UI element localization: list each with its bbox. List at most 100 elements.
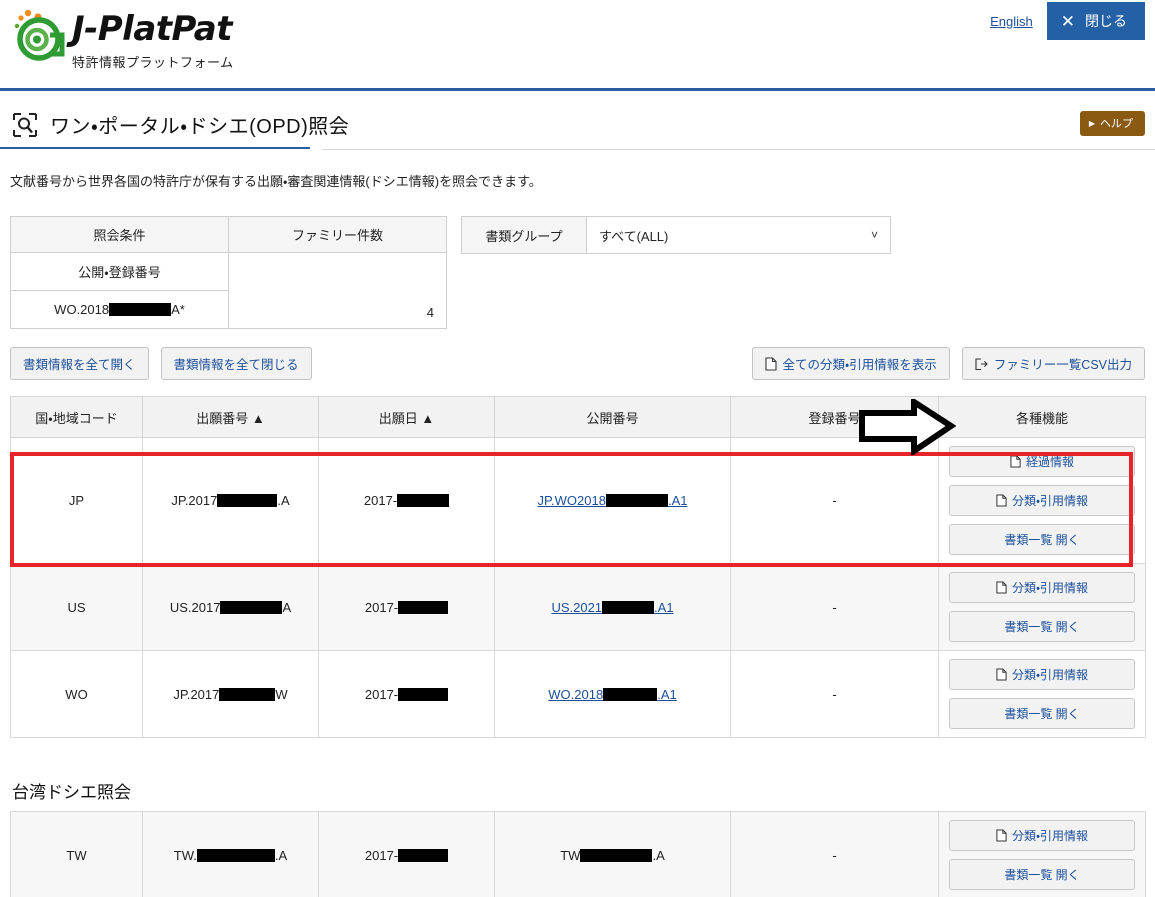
page-description: 文献番号から世界各国の特許庁が保有する出願・審査関連情報(ドシエ情報)を照会でき… — [10, 174, 542, 189]
open-all-documents-button[interactable]: 書類情報を全て開く — [10, 347, 149, 380]
open-document-list-button[interactable]: 書類一覧 開く — [949, 859, 1135, 890]
citation-info-label: 分類・引用情報 — [1011, 494, 1089, 508]
play-caret-icon: ▶ — [1088, 118, 1095, 128]
application-date-prefix: 2017- — [364, 847, 399, 863]
application-date-prefix: 2017- — [364, 686, 399, 702]
cell-application-date: 2017- — [318, 811, 495, 897]
document-group-label: 書類グループ — [462, 217, 587, 253]
open-document-list-button[interactable]: 書類一覧 開く — [949, 611, 1135, 642]
column-header-application-date[interactable]: 出願日 ▲ — [318, 396, 495, 438]
export-icon — [975, 357, 988, 370]
condition-table: 照会条件 ファミリー件数 公開・登録番号 4 WO.2018 A* — [10, 216, 447, 329]
taiwan-results-table: TW TW. .A 2017- TW .A - 分類・引用情報 書類一覧 開く — [10, 811, 1146, 897]
help-button-label: ヘルプ — [1100, 118, 1133, 130]
citation-info-label: 分類・引用情報 — [1011, 581, 1089, 595]
action-buttons-left: 書類情報を全て開く 書類情報を全て閉じる — [10, 347, 312, 380]
column-header-registration-number: 登録番号 — [730, 396, 939, 438]
citation-info-button[interactable]: 分類・引用情報 — [949, 572, 1135, 603]
condition-value-prefix: WO.2018 — [54, 302, 110, 317]
citation-info-button[interactable]: 分類・引用情報 — [949, 485, 1135, 516]
redaction-bar — [220, 600, 283, 614]
redaction-bar — [398, 600, 449, 614]
document-icon — [996, 581, 1007, 594]
publication-number-link[interactable]: JP.WO2018 .A1 — [538, 493, 688, 508]
column-header-country-code: 国・地域コード — [10, 396, 143, 438]
condition-section: 照会条件 ファミリー件数 公開・登録番号 4 WO.2018 A* 書類グループ… — [0, 216, 1155, 329]
citation-info-button[interactable]: 分類・引用情報 — [949, 659, 1135, 690]
redaction-bar — [196, 848, 275, 862]
column-header-functions: 各種機能 — [938, 396, 1146, 438]
cell-registration-number: - — [730, 650, 939, 738]
redaction-bar — [397, 494, 450, 507]
family-csv-export-label: ファミリー一覧CSV出力 — [993, 358, 1132, 372]
cell-application-number: TW. .A — [142, 811, 319, 897]
publication-number-prefix: JP.WO2018 — [537, 493, 606, 508]
application-number-suffix: .A — [277, 493, 290, 508]
publication-number-prefix: WO.2018 — [548, 686, 604, 702]
jplatpat-logo-icon — [14, 9, 65, 61]
cell-application-number: JP.2017 .A — [142, 437, 319, 564]
open-document-list-button[interactable]: 書類一覧 開く — [949, 698, 1135, 729]
opd-query-page: J-PlatPat 特許情報プラットフォーム English ✕ 閉じる ワン・… — [0, 0, 1155, 897]
page-title-row: ワン・ポータル・ドシエ(OPD)照会 — [0, 110, 1155, 150]
cell-publication-number[interactable]: WO.2018 .A1 — [494, 650, 731, 738]
title-section: ワン・ポータル・ドシエ(OPD)照会 ▶ ヘルプ — [0, 110, 1155, 150]
results-table-section: 国・地域コード 出願番号 ▲ 出願日 ▲ 公開番号 登録番号 各種機能 JP J… — [0, 396, 1155, 738]
english-link[interactable]: English — [990, 14, 1033, 29]
cell-publication-number[interactable]: JP.WO2018 .A1 — [494, 437, 731, 564]
cell-application-number: JP.2017 W — [142, 650, 319, 738]
jplatpat-logo[interactable]: J-PlatPat 特許情報プラットフォーム — [10, 8, 234, 71]
close-button[interactable]: ✕ 閉じる — [1046, 2, 1145, 40]
action-buttons-right: 全ての分類・引用情報を表示 ファミリー一覧CSV出力 — [751, 347, 1145, 380]
table-row: US US.2017 A 2017- US.2021 .A1 - 分類・引用情報… — [10, 563, 1146, 651]
table-row: TW TW. .A 2017- TW .A - 分類・引用情報 書類一覧 開く — [10, 811, 1146, 897]
citation-info-button[interactable]: 分類・引用情報 — [949, 820, 1135, 851]
application-number-suffix: .A — [274, 847, 288, 863]
table-row: JP JP.2017 .A 2017- JP.WO2018 .A1 - 経過情報… — [10, 437, 1146, 564]
application-number-suffix: W — [275, 686, 288, 702]
application-number-prefix: TW. — [173, 847, 197, 863]
column-header-application-number[interactable]: 出願番号 ▲ — [142, 396, 319, 438]
show-all-citations-button[interactable]: 全ての分類・引用情報を表示 — [751, 347, 950, 380]
search-document-icon — [13, 112, 37, 137]
close-all-documents-button[interactable]: 書類情報を全て閉じる — [160, 347, 312, 380]
open-document-list-button[interactable]: 書類一覧 開く — [949, 524, 1135, 555]
progress-info-button[interactable]: 経過情報 — [949, 446, 1135, 477]
application-number-suffix: A — [282, 599, 292, 615]
family-count-cell: 4 — [228, 252, 447, 329]
cell-registration-number: - — [730, 437, 939, 564]
publication-number-suffix: .A1 — [667, 493, 688, 508]
document-group-control[interactable]: 書類グループ すべて(ALL) ˅ — [461, 216, 891, 254]
help-button[interactable]: ▶ ヘルプ — [1079, 111, 1145, 136]
condition-header-criteria: 照会条件 — [10, 216, 229, 253]
document-icon — [996, 668, 1007, 681]
cell-publication-number: TW .A — [494, 811, 731, 897]
publication-number-suffix: .A — [652, 847, 665, 863]
condition-value-suffix: A* — [171, 302, 185, 317]
redaction-bar — [603, 687, 658, 701]
cell-functions: 分類・引用情報 書類一覧 開く — [938, 563, 1146, 651]
citation-info-label: 分類・引用情報 — [1011, 829, 1089, 843]
application-date-prefix: 2017- — [364, 599, 399, 615]
cell-functions: 経過情報 分類・引用情報 書類一覧 開く — [938, 437, 1146, 564]
redaction-bar — [602, 600, 655, 614]
family-csv-export-button[interactable]: ファミリー一覧CSV出力 — [961, 347, 1145, 380]
chevron-down-icon: ˅ — [870, 228, 878, 242]
condition-label-cell: 公開・登録番号 — [10, 252, 229, 291]
document-group-select[interactable]: すべて(ALL) ˅ — [587, 217, 890, 253]
publication-number-link[interactable]: US.2021 .A1 — [551, 600, 673, 615]
progress-info-label: 経過情報 — [1025, 455, 1074, 469]
header-divider — [0, 88, 1155, 91]
publication-number-prefix: TW — [560, 847, 581, 863]
publication-number-suffix: .A1 — [654, 599, 674, 615]
cell-publication-number[interactable]: US.2021 .A1 — [494, 563, 731, 651]
taiwan-table-section: TW TW. .A 2017- TW .A - 分類・引用情報 書類一覧 開く — [0, 811, 1155, 897]
taiwan-section-heading: 台湾ドシエ照会 — [12, 783, 131, 802]
close-x-icon: ✕ — [1060, 11, 1075, 31]
application-number-prefix: JP.2017 — [173, 686, 220, 702]
application-number-prefix: JP.2017 — [171, 493, 218, 508]
publication-number-link[interactable]: WO.2018 .A1 — [548, 687, 676, 702]
page-title: ワン・ポータル・ドシエ(OPD)照会 — [50, 116, 350, 138]
redaction-bar — [109, 303, 172, 316]
action-button-row: 書類情報を全て開く 書類情報を全て閉じる 全ての分類・引用情報を表示 ファミリー… — [0, 347, 1155, 380]
